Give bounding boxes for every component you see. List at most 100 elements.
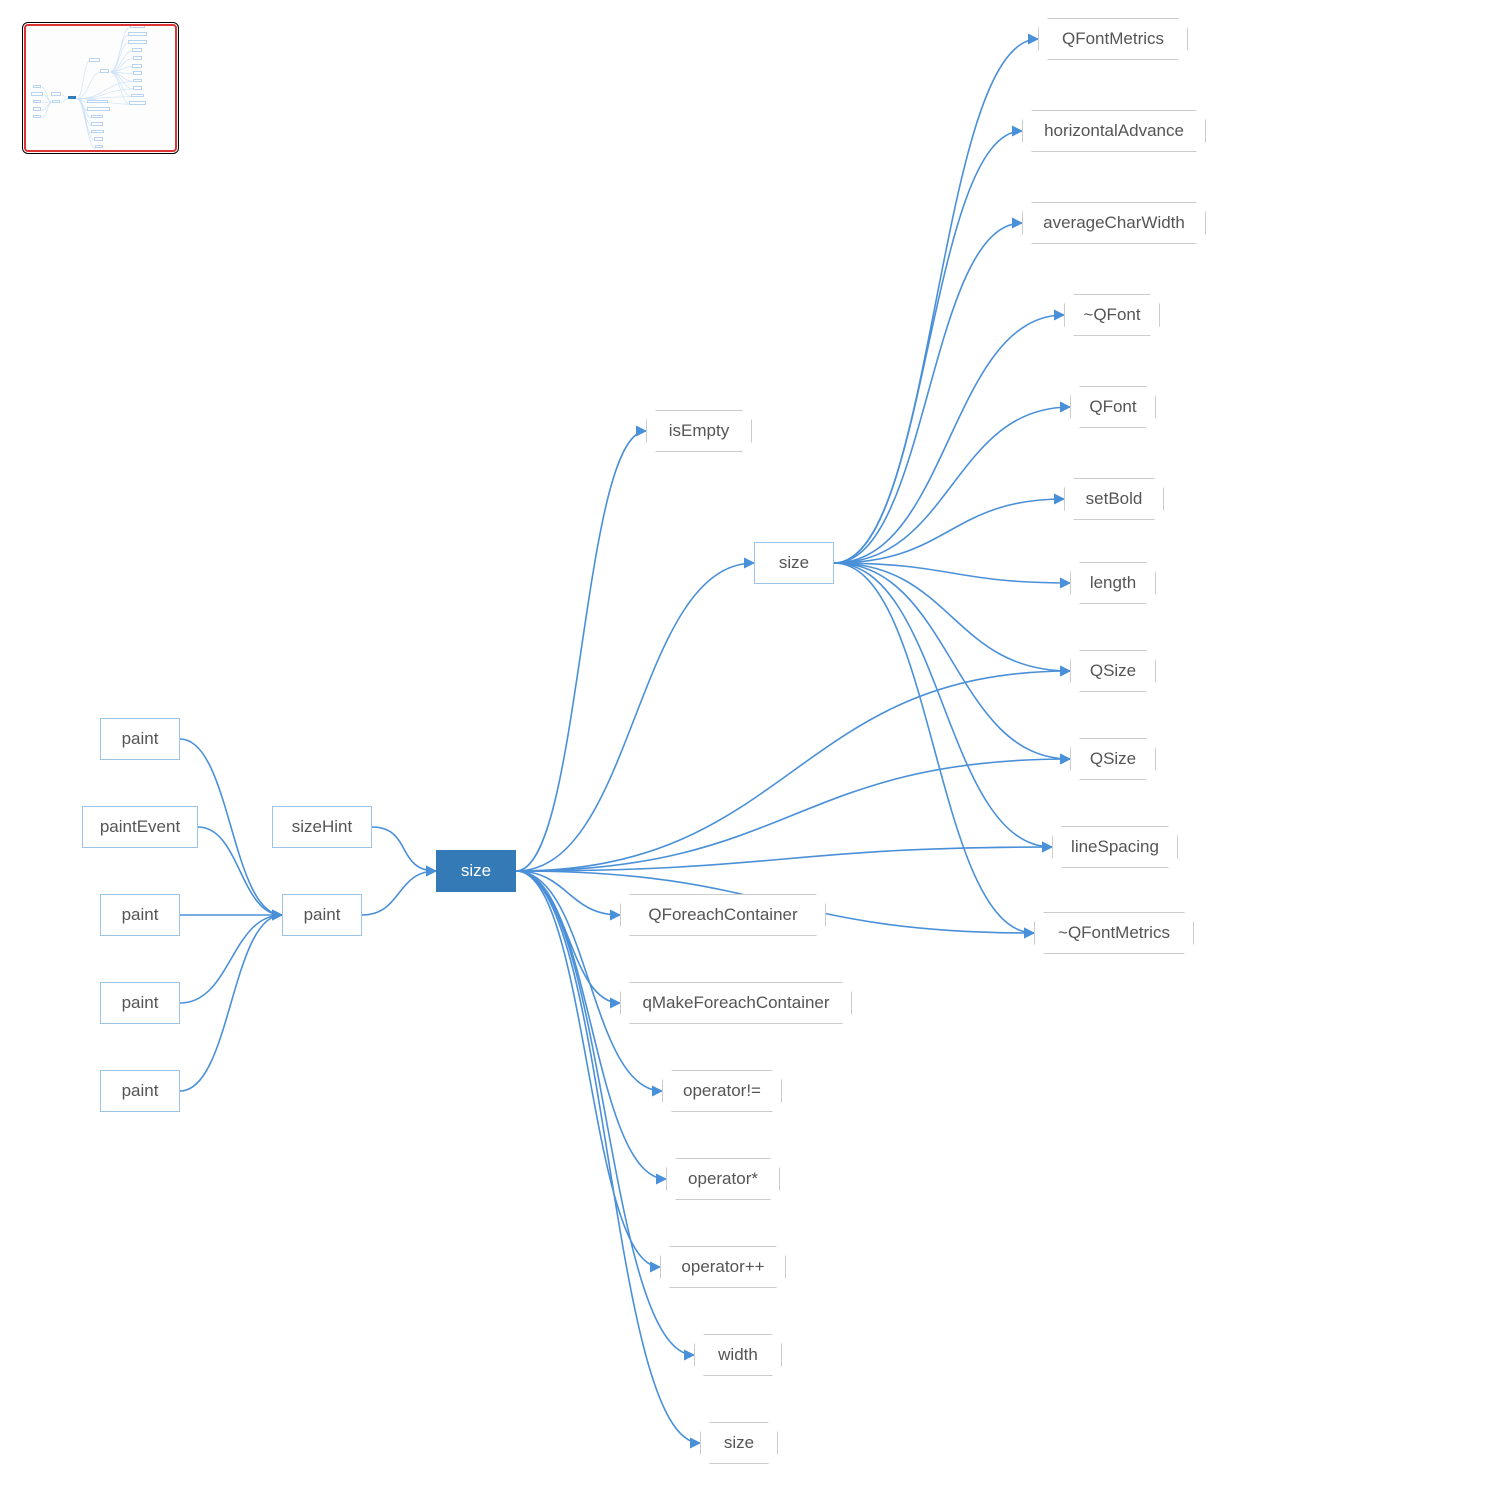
node-QSize_b[interactable]: QSize	[1070, 738, 1156, 780]
edge-size_upper-length	[834, 563, 1070, 583]
node-label: QFont	[1089, 397, 1136, 417]
minimap-node-operator_ne	[91, 115, 103, 119]
minimap-node-paint_b	[33, 100, 41, 104]
node-setBold[interactable]: setBold	[1064, 478, 1164, 520]
minimap-node-length	[133, 71, 142, 75]
node-qMakeForeachContainer[interactable]: qMakeForeachContainer	[620, 982, 852, 1024]
minimap-node-QFontMetrics	[130, 25, 145, 29]
node-label: QSize	[1090, 661, 1136, 681]
node-label: paint	[122, 993, 159, 1013]
node-label: paintEvent	[100, 817, 180, 837]
node-QFontMetrics[interactable]: QFontMetrics	[1038, 18, 1188, 60]
node-size_center[interactable]: size	[436, 850, 516, 892]
edge-size_center-size_upper	[516, 563, 754, 871]
minimap-node-qMakeForeachContainer	[87, 107, 111, 111]
node-paint_c[interactable]: paint	[100, 982, 180, 1024]
minimap[interactable]	[22, 22, 179, 154]
node-length[interactable]: length	[1070, 562, 1156, 604]
node-averageCharWidth[interactable]: averageCharWidth	[1022, 202, 1206, 244]
node-operator_star[interactable]: operator*	[666, 1158, 780, 1200]
node-label: QSize	[1090, 749, 1136, 769]
node-label: paint	[122, 1081, 159, 1101]
node-label: ~QFont	[1083, 305, 1140, 325]
edge-size_center-lineSpacing	[516, 847, 1052, 871]
edge-size_upper-not_QFont	[834, 315, 1064, 563]
minimap-node-isEmpty	[89, 58, 100, 62]
minimap-node-paint_c	[33, 107, 41, 111]
node-label: width	[718, 1345, 758, 1365]
node-label: QForeachContainer	[648, 905, 797, 925]
node-label: operator*	[688, 1169, 758, 1189]
minimap-node-setBold	[132, 64, 142, 68]
node-label: ~QFontMetrics	[1058, 923, 1170, 943]
node-paint_a[interactable]: paint	[100, 718, 180, 760]
minimap-node-QSize_b	[133, 86, 142, 90]
node-not_QFontMetrics[interactable]: ~QFontMetrics	[1034, 912, 1194, 954]
minimap-node-paintEvent	[31, 92, 43, 96]
minimap-node-QSize_a	[133, 79, 142, 83]
node-label: setBold	[1086, 489, 1143, 509]
node-label: operator!=	[683, 1081, 761, 1101]
edge-size_upper-setBold	[834, 499, 1064, 563]
node-paint_b[interactable]: paint	[100, 894, 180, 936]
node-isEmpty[interactable]: isEmpty	[646, 410, 752, 452]
edge-paint_c-paint_hub	[180, 915, 282, 1003]
node-size_upper[interactable]: size	[754, 542, 834, 584]
minimap-node-paint_d	[33, 115, 41, 119]
minimap-node-QFont	[133, 56, 142, 60]
node-paintEvent[interactable]: paintEvent	[82, 806, 198, 848]
node-paint_d[interactable]: paint	[100, 1070, 180, 1112]
minimap-node-sizeHint	[51, 92, 61, 96]
minimap-node-lineSpacing	[131, 94, 144, 98]
edge-size_upper-lineSpacing	[834, 563, 1052, 847]
node-label: isEmpty	[669, 421, 729, 441]
edge-size_center-qMakeForeachContainer	[516, 871, 620, 1003]
node-width[interactable]: width	[694, 1334, 782, 1376]
node-label: size	[779, 553, 809, 573]
node-label: lineSpacing	[1071, 837, 1159, 857]
edge-size_upper-not_QFontMetrics	[834, 563, 1034, 933]
node-QSize_a[interactable]: QSize	[1070, 650, 1156, 692]
minimap-node-operator_pp	[91, 130, 104, 134]
edge-size_upper-QSize_b	[834, 563, 1070, 759]
node-label: qMakeForeachContainer	[642, 993, 829, 1013]
node-label: QFontMetrics	[1062, 29, 1164, 49]
minimap-node-width	[94, 137, 103, 141]
node-label: operator++	[681, 1257, 764, 1277]
edge-paint_d-paint_hub	[180, 915, 282, 1091]
node-label: length	[1090, 573, 1136, 593]
edge-size_upper-horizontalAdvance	[834, 131, 1022, 563]
minimap-node-size_center	[68, 96, 76, 100]
node-QFont[interactable]: QFont	[1070, 386, 1156, 428]
node-label: averageCharWidth	[1043, 213, 1185, 233]
node-label: size	[461, 861, 491, 881]
node-QForeachContainer[interactable]: QForeachContainer	[620, 894, 826, 936]
edge-paint_hub-size_center	[362, 871, 436, 915]
edge-size_center-size_lower	[516, 871, 700, 1443]
minimap-node-operator_star	[91, 122, 103, 126]
node-size_lower[interactable]: size	[700, 1422, 778, 1464]
node-operator_ne[interactable]: operator!=	[662, 1070, 782, 1112]
edge-size_upper-QFont	[834, 407, 1070, 563]
node-sizeHint[interactable]: sizeHint	[272, 806, 372, 848]
edge-paintEvent-paint_hub	[198, 827, 282, 915]
node-operator_pp[interactable]: operator++	[660, 1246, 786, 1288]
node-horizontalAdvance[interactable]: horizontalAdvance	[1022, 110, 1206, 152]
node-label: size	[724, 1433, 754, 1453]
minimap-node-horizontalAdvance	[128, 32, 147, 36]
node-not_QFont[interactable]: ~QFont	[1064, 294, 1160, 336]
edge-size_upper-averageCharWidth	[834, 223, 1022, 563]
edge-size_center-QForeachContainer	[516, 871, 620, 915]
minimap-node-not_QFont	[132, 48, 142, 52]
node-lineSpacing[interactable]: lineSpacing	[1052, 826, 1178, 868]
node-label: sizeHint	[292, 817, 352, 837]
node-paint_hub[interactable]: paint	[282, 894, 362, 936]
minimap-node-not_QFontMetrics	[129, 101, 145, 105]
minimap-node-QForeachContainer	[87, 100, 108, 104]
edge-size_upper-QFontMetrics	[834, 39, 1038, 563]
edge-sizeHint-size_center	[372, 827, 436, 871]
node-label: paint	[122, 729, 159, 749]
minimap-node-averageCharWidth	[128, 40, 147, 44]
node-label: paint	[304, 905, 341, 925]
minimap-node-size_lower	[95, 145, 103, 149]
